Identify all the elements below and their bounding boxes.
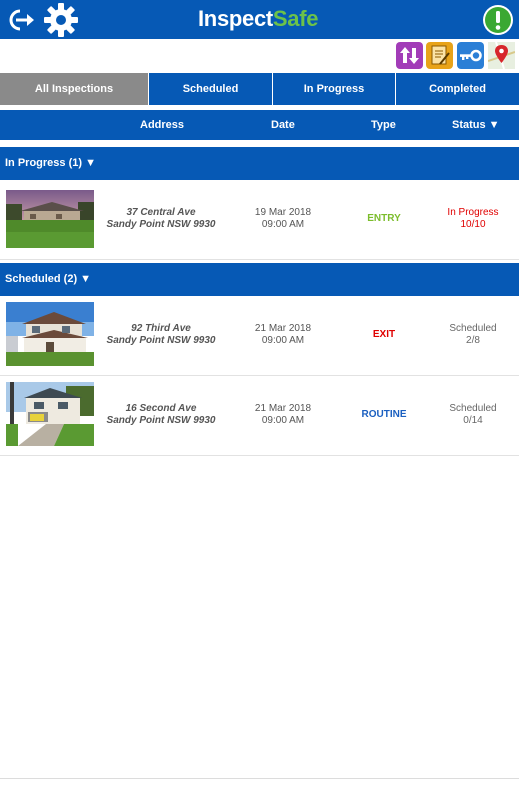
- gear-icon[interactable]: [43, 2, 79, 38]
- inspection-row[interactable]: 16 Second Ave Sandy Point NSW 9930 21 Ma…: [0, 376, 519, 456]
- date-value: 21 Mar 2018: [254, 323, 312, 334]
- column-status[interactable]: Status ▼: [452, 119, 500, 131]
- sync-icon[interactable]: [396, 42, 423, 69]
- address-street: 37 Central Ave: [126, 207, 196, 218]
- inspection-type: EXIT: [372, 329, 396, 340]
- inspection-row[interactable]: 37 Central Ave Sandy Point NSW 9930 19 M…: [0, 180, 519, 260]
- group-header-scheduled[interactable]: Scheduled (2) ▼: [0, 263, 519, 296]
- tab-in-progress[interactable]: In Progress: [273, 73, 396, 105]
- column-type[interactable]: Type: [371, 119, 396, 131]
- property-photo: [6, 382, 94, 446]
- filter-tabs: All Inspections Scheduled In Progress Co…: [0, 73, 519, 105]
- address-suburb: Sandy Point NSW 9930: [106, 335, 216, 346]
- status-cell: In Progress 10/10: [432, 207, 514, 231]
- logo-text-safe: Safe: [272, 6, 319, 31]
- tab-completed[interactable]: Completed: [396, 73, 519, 105]
- tab-all-inspections[interactable]: All Inspections: [0, 73, 149, 105]
- inspection-type: ROUTINE: [361, 409, 407, 420]
- tab-scheduled[interactable]: Scheduled: [149, 73, 273, 105]
- logout-icon[interactable]: [6, 6, 36, 34]
- address-street: 92 Third Ave: [131, 323, 191, 334]
- key-icon[interactable]: [457, 42, 484, 69]
- inspection-row[interactable]: 92 Third Ave Sandy Point NSW 9930 21 Mar…: [0, 296, 519, 376]
- address-cell: 16 Second Ave Sandy Point NSW 9930: [100, 403, 222, 427]
- notes-icon[interactable]: [426, 42, 453, 69]
- status-label: Scheduled: [449, 323, 497, 334]
- status-progress: 10/10: [460, 219, 486, 230]
- address-street: 16 Second Ave: [125, 403, 197, 414]
- map-pin-icon[interactable]: [487, 41, 516, 70]
- column-header-bar: Address Date Type Status ▼: [0, 110, 519, 140]
- property-photo: [6, 302, 94, 366]
- tool-strip: [0, 39, 519, 73]
- address-cell: 37 Central Ave Sandy Point NSW 9930: [100, 207, 222, 231]
- inspection-type: ENTRY: [367, 213, 401, 224]
- group-header-in-progress[interactable]: In Progress (1) ▼: [0, 147, 519, 180]
- status-label: In Progress: [447, 207, 499, 218]
- status-progress: 2/8: [466, 335, 480, 346]
- status-progress: 0/14: [463, 415, 483, 426]
- time-value: 09:00 AM: [261, 219, 305, 230]
- status-label: Scheduled: [449, 403, 497, 414]
- app-logo: InspectSafe: [198, 6, 319, 32]
- alert-icon[interactable]: [482, 4, 514, 36]
- date-value: 21 Mar 2018: [254, 403, 312, 414]
- address-suburb: Sandy Point NSW 9930: [106, 219, 216, 230]
- bottom-divider: [0, 778, 519, 779]
- date-cell: 21 Mar 2018 09:00 AM: [238, 323, 328, 347]
- date-cell: 19 Mar 2018 09:00 AM: [238, 207, 328, 231]
- property-photo: [6, 190, 94, 248]
- group-label-scheduled: Scheduled (2) ▼: [5, 273, 92, 285]
- address-suburb: Sandy Point NSW 9930: [106, 415, 216, 426]
- date-value: 19 Mar 2018: [254, 207, 312, 218]
- group-label-in-progress: In Progress (1) ▼: [5, 157, 96, 169]
- status-cell: Scheduled 2/8: [432, 323, 514, 347]
- column-address[interactable]: Address: [140, 119, 184, 131]
- time-value: 09:00 AM: [261, 335, 305, 346]
- address-cell: 92 Third Ave Sandy Point NSW 9930: [100, 323, 222, 347]
- column-date[interactable]: Date: [271, 119, 295, 131]
- status-cell: Scheduled 0/14: [432, 403, 514, 427]
- time-value: 09:00 AM: [261, 415, 305, 426]
- date-cell: 21 Mar 2018 09:00 AM: [238, 403, 328, 427]
- top-bar: InspectSafe: [0, 0, 519, 39]
- logo-text-inspect: Inspect: [198, 6, 273, 31]
